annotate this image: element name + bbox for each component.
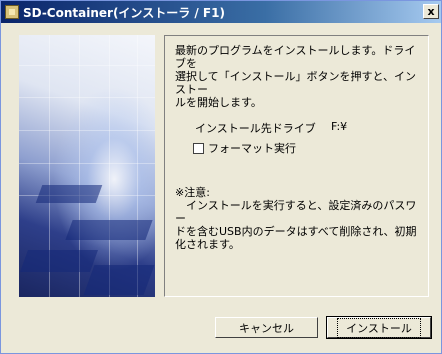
- format-option[interactable]: フォーマット実行: [193, 140, 296, 156]
- installer-window: SD-Container(インストーラ / F1) x 最新のプログラムをインス…: [0, 0, 442, 354]
- format-label: フォーマット実行: [208, 142, 296, 155]
- title-bar[interactable]: SD-Container(インストーラ / F1) x: [1, 1, 441, 23]
- description-text: 最新のプログラムをインストールします。ドライブを 選択して「インストール」ボタン…: [175, 44, 417, 109]
- cancel-label: キャンセル: [239, 321, 294, 335]
- content-panel: 最新のプログラムをインストールします。ドライブを 選択して「インストール」ボタン…: [164, 35, 429, 297]
- install-label: インストール: [337, 317, 421, 338]
- install-drive-label: インストール先ドライブ: [195, 122, 316, 135]
- close-button[interactable]: x: [423, 4, 439, 19]
- warning-note: ※注意: インストールを実行すると、設定済みのパスワー ドを含むUSB内のデータ…: [175, 186, 417, 251]
- install-drive-value[interactable]: F:¥: [331, 120, 347, 133]
- window-title: SD-Container(インストーラ / F1): [23, 5, 225, 20]
- banner-image: [19, 35, 155, 297]
- app-icon: [5, 5, 19, 19]
- format-checkbox[interactable]: [193, 142, 204, 154]
- install-button[interactable]: インストール: [326, 316, 432, 339]
- cancel-button[interactable]: キャンセル: [215, 317, 318, 338]
